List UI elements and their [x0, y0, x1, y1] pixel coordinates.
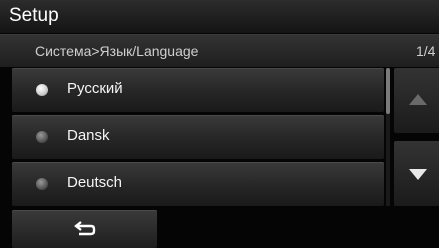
page-indicator: 1/4 [416, 43, 436, 59]
language-option-deutsch[interactable]: Deutsch [12, 162, 384, 206]
triangle-up-icon [409, 94, 427, 105]
return-arrow-icon [74, 221, 96, 236]
scroll-down-button[interactable] [394, 141, 439, 206]
breadcrumb-bar: Система>Язык/Language 1/4 [0, 34, 439, 67]
radio-selected-icon [36, 84, 48, 96]
title-bar: Setup [0, 0, 439, 33]
radio-unselected-icon [36, 178, 48, 190]
language-label: Русский [67, 80, 123, 97]
back-button[interactable] [12, 210, 157, 248]
language-option-dansk[interactable]: Dansk [12, 115, 384, 159]
triangle-down-icon [409, 169, 427, 180]
language-label: Dansk [67, 127, 110, 144]
scrollbar-thumb[interactable] [386, 68, 390, 114]
language-label: Deutsch [67, 174, 123, 191]
page-title: Setup [9, 5, 59, 26]
radio-unselected-icon [36, 131, 48, 143]
language-option-russian[interactable]: Русский [12, 68, 384, 112]
breadcrumb: Система>Язык/Language [35, 43, 199, 59]
scroll-up-button[interactable] [394, 68, 439, 133]
